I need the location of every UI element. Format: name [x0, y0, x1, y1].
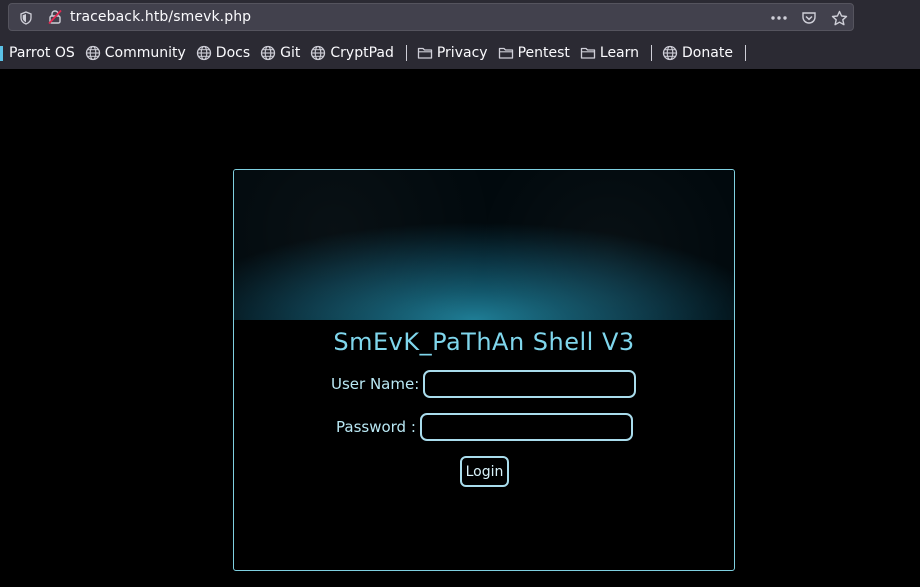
- bookmark-separator: [405, 45, 407, 61]
- globe-icon: [260, 45, 276, 61]
- bookmark-community[interactable]: Community: [81, 42, 192, 64]
- page-title: SmEvK_PaThAn Shell V3: [333, 328, 635, 356]
- bookmark-separator: [651, 45, 653, 61]
- bookmark-donate[interactable]: Donate: [658, 42, 739, 64]
- login-button[interactable]: Login: [460, 456, 509, 487]
- url-text[interactable]: traceback.htb/smevk.php: [70, 9, 251, 25]
- star-bookmark-icon[interactable]: [829, 8, 849, 28]
- insecure-lock-icon[interactable]: [47, 9, 63, 25]
- bookmark-label: CryptPad: [330, 45, 394, 61]
- bookmark-folder-pentest[interactable]: Pentest: [494, 42, 576, 64]
- bookmarks-toolbar: Parrot OS Community Docs Git CryptPad Pr…: [0, 42, 752, 64]
- bookmark-separator: [744, 45, 746, 61]
- folder-icon: [417, 47, 433, 59]
- username-input[interactable]: [423, 370, 637, 398]
- bookmark-label: Donate: [682, 45, 733, 61]
- bookmark-git[interactable]: Git: [256, 42, 306, 64]
- bookmark-cryptpad[interactable]: CryptPad: [306, 42, 399, 64]
- bookmark-label: Learn: [599, 45, 640, 61]
- bookmark-parrot-os[interactable]: Parrot OS: [0, 42, 81, 64]
- password-label: Password :: [336, 418, 416, 436]
- banner-texture: [234, 170, 734, 320]
- browser-chrome: traceback.htb/smevk.php Parrot OS Commun…: [0, 0, 920, 69]
- bookmark-label: Git: [280, 45, 301, 61]
- globe-icon: [196, 45, 211, 61]
- globe-icon: [85, 45, 100, 61]
- url-bar[interactable]: traceback.htb/smevk.php: [8, 3, 854, 31]
- bookmark-folder-learn[interactable]: Learn: [576, 42, 645, 64]
- folder-icon: [498, 47, 513, 59]
- bookmark-label: Docs: [215, 45, 251, 61]
- tracking-shield-icon[interactable]: [19, 10, 33, 25]
- bookmark-label: Pentest: [517, 45, 570, 61]
- more-actions-icon[interactable]: [769, 8, 789, 28]
- password-row: Password :: [336, 413, 633, 441]
- banner-image: [234, 170, 734, 320]
- login-panel: SmEvK_PaThAn Shell V3 User Name: Passwor…: [233, 169, 735, 571]
- bookmark-docs[interactable]: Docs: [192, 42, 256, 64]
- bookmark-label: Community: [104, 45, 186, 61]
- bookmark-folder-privacy[interactable]: Privacy: [413, 42, 494, 64]
- username-label: User Name:: [331, 375, 420, 393]
- globe-icon: [311, 45, 326, 61]
- globe-icon: [662, 45, 678, 61]
- password-input[interactable]: [419, 413, 633, 441]
- pocket-icon[interactable]: [799, 8, 819, 28]
- bookmark-label: Parrot OS: [9, 45, 75, 61]
- folder-icon: [580, 47, 596, 59]
- username-row: User Name:: [331, 370, 637, 398]
- page-content: SmEvK_PaThAn Shell V3 User Name: Passwor…: [0, 69, 920, 587]
- parrot-icon: [0, 45, 3, 61]
- url-actions: [769, 8, 849, 28]
- bookmark-label: Privacy: [436, 45, 488, 61]
